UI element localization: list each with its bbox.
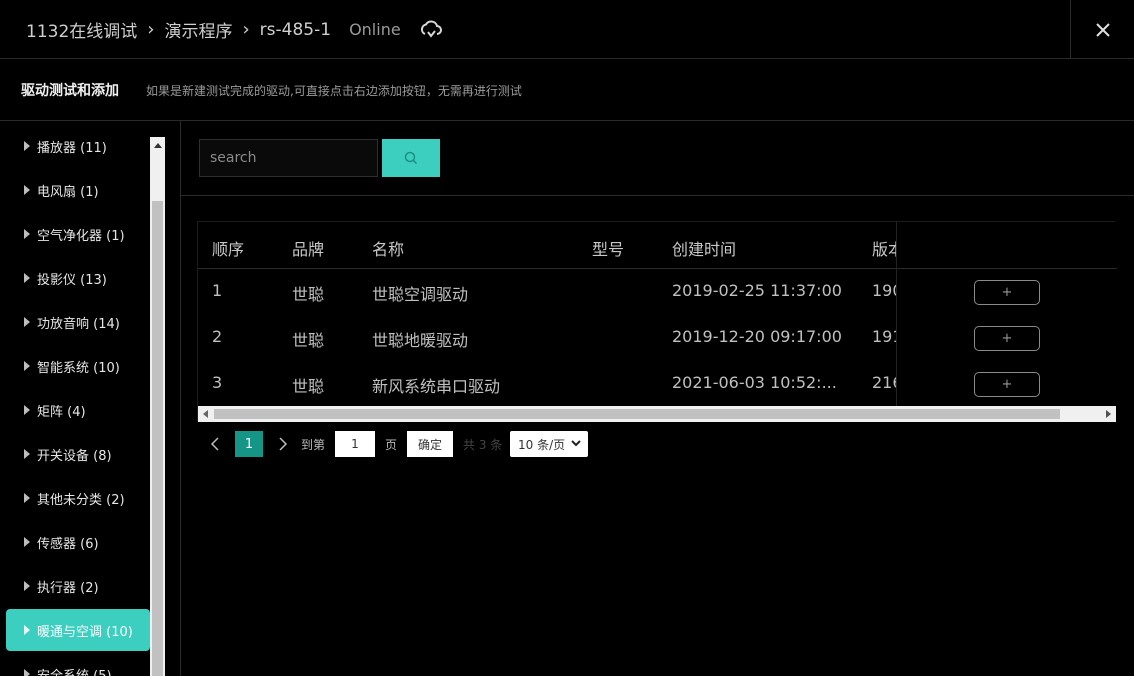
add-driver-button[interactable]: + (974, 280, 1040, 305)
prev-page-button[interactable] (207, 435, 225, 453)
cell-index: 1 (212, 281, 223, 300)
caret-right-icon (24, 493, 30, 503)
close-icon (1095, 22, 1110, 37)
sidebar-item-projector[interactable]: 投影仪 (13) (6, 257, 150, 299)
caret-right-icon (24, 669, 30, 676)
title-bar: 1132在线调试 › 演示程序 › rs-485-1 Online (0, 0, 1134, 59)
caret-right-icon (24, 317, 30, 327)
section-hint: 如果是新建测试完成的驱动,可直接点击右边添加按钮，无需再进行测试 (146, 84, 522, 98)
current-page[interactable]: 1 (235, 431, 263, 457)
column-header-model: 型号 (592, 240, 625, 259)
caret-right-icon (24, 405, 30, 415)
sidebar-item-player[interactable]: 播放器 (11) (6, 125, 150, 167)
search-bar (181, 121, 1134, 196)
page-size-select[interactable]: 10 条/页 (510, 431, 588, 457)
search-icon (404, 151, 418, 165)
action-column: + + + (896, 222, 1117, 406)
chevron-right-icon: › (147, 19, 155, 40)
scroll-up-arrow-icon[interactable] (150, 137, 165, 153)
caret-right-icon (24, 185, 30, 195)
chevron-right-icon (279, 437, 288, 451)
sidebar-item-matrix[interactable]: 矩阵 (4) (6, 389, 150, 431)
cell-name: 世聪地暖驱动 (372, 331, 469, 350)
caret-right-icon (24, 581, 30, 591)
caret-right-icon (24, 361, 30, 371)
category-sidebar: 播放器 (11) 电风扇 (1) 空气净化器 (1) 投影仪 (13) 功放音响… (0, 121, 181, 676)
sidebar-item-air-purifier[interactable]: 空气净化器 (1) (6, 213, 150, 255)
scroll-left-arrow-icon[interactable] (203, 410, 208, 418)
cell-brand: 世聪 (292, 377, 325, 396)
column-header-index: 顺序 (212, 240, 245, 259)
cell-brand: 世聪 (292, 285, 325, 304)
caret-right-icon (24, 537, 30, 547)
search-input[interactable] (199, 139, 378, 177)
breadcrumb-item-device: rs-485-1 (259, 19, 332, 40)
sidebar-item-fan[interactable]: 电风扇 (1) (6, 169, 150, 211)
driver-table: 顺序 品牌 名称 型号 创建时间 版本 1 世聪 世聪空调驱动 2019-02-… (197, 221, 1117, 422)
total-count: 共 3 条 (463, 438, 503, 452)
caret-right-icon (24, 625, 30, 635)
section-header: 驱动测试和添加 如果是新建测试完成的驱动,可直接点击右边添加按钮，无需再进行测试 (0, 59, 1134, 121)
chevron-down-icon (571, 440, 581, 447)
cell-created: 2021-06-03 10:52:... (672, 373, 837, 392)
goto-prefix: 到第 (301, 438, 326, 452)
search-button[interactable] (382, 139, 440, 177)
scroll-right-arrow-icon[interactable] (1106, 410, 1111, 418)
close-button[interactable] (1070, 0, 1134, 59)
column-header-created: 创建时间 (672, 240, 737, 259)
pagination: 1 到第 页 确定 共 3 条 10 条/页 (197, 431, 717, 457)
column-header-brand: 品牌 (292, 240, 325, 259)
table-horizontal-scrollbar[interactable] (198, 406, 1116, 422)
cell-name: 新风系统串口驱动 (372, 377, 501, 396)
breadcrumb-item-debug[interactable]: 1132在线调试 (26, 17, 137, 42)
sidebar-item-amplifier[interactable]: 功放音响 (14) (6, 301, 150, 343)
cell-index: 2 (212, 327, 223, 346)
section-title: 驱动测试和添加 (21, 83, 119, 99)
caret-right-icon (24, 229, 30, 239)
sidebar-item-actuator[interactable]: 执行器 (2) (6, 565, 150, 607)
online-status: Online (349, 20, 401, 39)
cell-index: 3 (212, 373, 223, 392)
caret-right-icon (24, 141, 30, 151)
chevron-left-icon (210, 437, 219, 451)
cell-brand: 世聪 (292, 331, 325, 350)
page-size-value: 10 条/页 (518, 437, 566, 452)
breadcrumb: 1132在线调试 › 演示程序 › rs-485-1 Online (26, 17, 443, 42)
next-page-button[interactable] (273, 435, 291, 453)
sidebar-item-sensor[interactable]: 传感器 (6) (6, 521, 150, 563)
add-driver-button[interactable]: + (974, 326, 1040, 351)
goto-suffix: 页 (385, 438, 398, 452)
sidebar-scrollbar-thumb[interactable] (152, 201, 163, 676)
sidebar-item-other[interactable]: 其他未分类 (2) (6, 477, 150, 519)
column-header-name: 名称 (372, 240, 405, 259)
sidebar-item-switch[interactable]: 开关设备 (8) (6, 433, 150, 475)
add-driver-button[interactable]: + (974, 372, 1040, 397)
goto-confirm-button[interactable]: 确定 (407, 431, 453, 457)
cloud-sync-icon[interactable] (419, 20, 443, 40)
goto-page-input[interactable] (335, 431, 375, 457)
sidebar-item-security[interactable]: 安全系统 (5) (6, 653, 150, 676)
caret-right-icon (24, 273, 30, 283)
cell-created: 2019-12-20 09:17:00 (672, 327, 842, 346)
action-column-divider (897, 268, 1117, 269)
breadcrumb-item-program[interactable]: 演示程序 (164, 17, 232, 42)
driver-panel: 顺序 品牌 名称 型号 创建时间 版本 1 世聪 世聪空调驱动 2019-02-… (181, 121, 1134, 676)
chevron-right-icon: › (242, 19, 250, 40)
caret-right-icon (24, 449, 30, 459)
cell-name: 世聪空调驱动 (372, 285, 469, 304)
table-scrollbar-thumb[interactable] (214, 409, 1060, 419)
sidebar-item-hvac[interactable]: 暖通与空调 (10) (6, 609, 150, 651)
cell-created: 2019-02-25 11:37:00 (672, 281, 842, 300)
sidebar-item-smart-system[interactable]: 智能系统 (10) (6, 345, 150, 387)
